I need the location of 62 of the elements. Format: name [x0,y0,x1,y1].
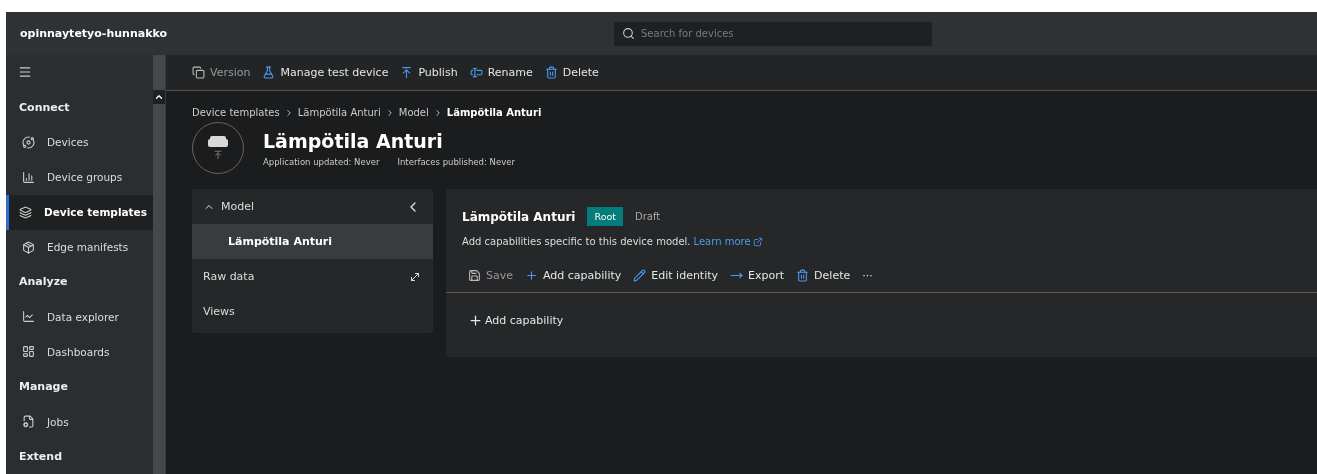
tree-item[interactable]: Lämpötila Anturi [192,224,433,259]
action-button[interactable]: Edit identity [633,269,719,282]
learn-more-link[interactable]: Learn more [693,236,763,247]
line-chart-icon [22,310,35,324]
toolbar-button[interactable]: Publish [400,66,458,79]
add-capability-button[interactable]: Add capability [468,313,564,328]
breadcrumb-link[interactable]: Model [398,107,429,118]
flask-icon [262,66,276,79]
rename-icon [469,66,483,79]
tree-item[interactable]: Model [192,189,433,224]
search-icon [622,26,635,40]
copy-icon [192,66,205,79]
meta-text: Interfaces published: Never [397,156,515,167]
meta-text: Application updated: Never [263,156,380,167]
section-heading: Connect [18,99,71,116]
pencil-icon [633,269,647,282]
menu-icon [18,65,32,80]
action-button[interactable]: ··· [862,269,873,282]
sidebar-item[interactable]: Jobs [6,404,153,440]
templates-icon [19,205,32,219]
section-heading: Manage [18,379,69,396]
toolbar-button[interactable]: Manage test device [262,66,389,79]
breadcrumb-link[interactable]: Lämpötila Anturi [446,107,542,118]
root-badge: Root [587,207,623,226]
dashboard-icon [22,345,35,359]
upload-icon [400,66,414,79]
sidebar-item[interactable]: Devices [6,124,153,160]
status-text: Draft [635,211,661,222]
file-icon [22,415,35,429]
chevron-up-icon [154,92,164,102]
expand-icon[interactable] [409,270,421,283]
section-heading: Extend [18,449,64,466]
breadcrumb-link[interactable]: Device templates [192,107,280,118]
action-button[interactable]: Export [730,269,785,282]
sidebar-item[interactable]: Dashboards [6,334,153,370]
scrollbar[interactable] [153,55,166,474]
sidebar-item[interactable]: Edge manifests [6,229,153,265]
sidebar-item[interactable]: Device templates [6,194,153,230]
tree-item[interactable]: Views [192,294,433,329]
app-title: opinnaytetyo-hunnakko [19,27,166,40]
search-field[interactable]: Search for devices [614,21,932,46]
external-link-icon [752,236,763,247]
toolbar-button[interactable]: Rename [469,66,533,79]
model-name: Lämpötila Anturi [462,209,576,224]
plus-icon [525,269,538,282]
description: Add capabilities specific to this device model. [462,236,691,247]
devices-icon [22,135,35,149]
section-heading: Analyze [18,274,69,291]
package-icon [22,240,35,254]
sidebar-item[interactable]: Data explorer [6,299,153,335]
tree-item[interactable]: Raw data [192,259,433,294]
page-title: Lämpötila Anturi [263,129,444,152]
action-button[interactable]: Add capability [525,269,622,282]
save-icon [468,269,481,282]
trash-icon [544,66,558,79]
sidebar-item[interactable]: Device groups [6,159,153,195]
plus-icon [468,313,483,328]
toolbar-button[interactable]: Delete [544,66,599,79]
breadcrumb-link[interactable]: Lämpötila Anturi [297,107,381,118]
chart-icon [22,170,35,184]
trash-icon [796,269,810,282]
action-button[interactable]: Delete [796,269,851,282]
